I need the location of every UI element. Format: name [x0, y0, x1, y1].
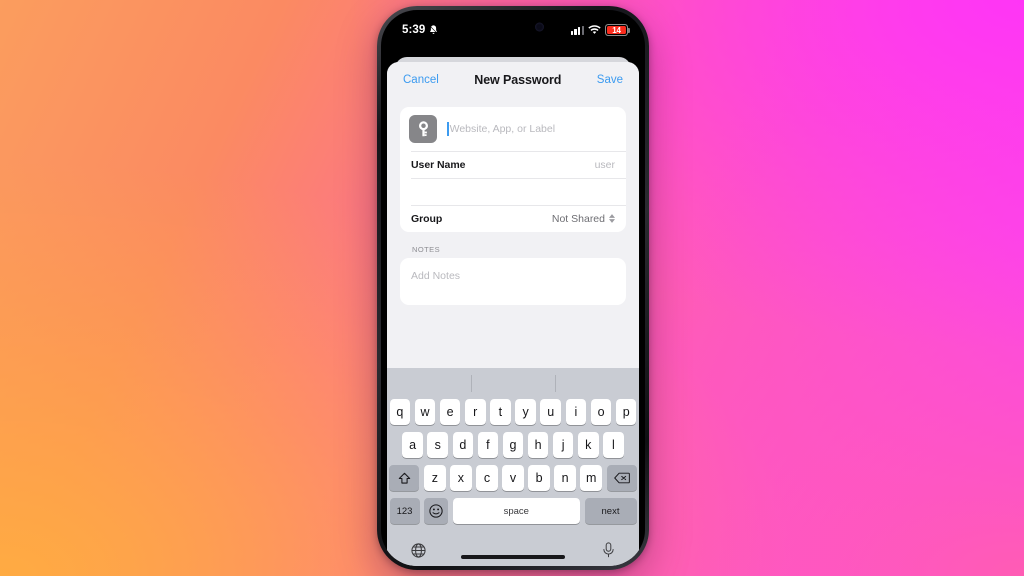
save-button[interactable]: Save: [597, 74, 623, 86]
title-input[interactable]: Website, App, or Label: [447, 122, 615, 136]
key-j[interactable]: j: [552, 432, 574, 458]
battery-icon: 14: [605, 24, 630, 36]
cellular-signal-icon: [570, 25, 584, 35]
dynamic-island: [474, 16, 552, 38]
key-v[interactable]: v: [502, 465, 524, 491]
keyboard-row-4: 123 space next: [389, 498, 637, 524]
home-indicator: [461, 555, 565, 559]
keyboard-row-3: z x c v b n m: [389, 465, 637, 491]
predictive-divider: [470, 375, 472, 392]
predictive-text-bar[interactable]: [387, 368, 639, 399]
key-z[interactable]: z: [424, 465, 446, 491]
key-s[interactable]: s: [427, 432, 448, 458]
next-key[interactable]: next: [584, 498, 637, 524]
new-password-sheet: Cancel New Password Save Website, App, o…: [387, 62, 639, 566]
key-g[interactable]: g: [502, 432, 524, 458]
keyboard-rows: q w e r t y u i o p a s d f g h j k l z …: [387, 399, 639, 534]
front-camera-icon: [535, 22, 544, 32]
key-f[interactable]: f: [477, 432, 499, 458]
key-icon: [409, 115, 437, 143]
key-u[interactable]: u: [540, 399, 562, 425]
keyboard-row-1: q w e r t y u i o p: [389, 399, 637, 425]
status-bar-right: 14: [570, 24, 630, 36]
key-o[interactable]: o: [590, 399, 612, 425]
globe-language-icon[interactable]: [411, 542, 426, 558]
cancel-button[interactable]: Cancel: [403, 74, 439, 86]
title-placeholder: Website, App, or Label: [449, 123, 556, 135]
keyboard-bottom-bar: [387, 534, 639, 566]
key-t[interactable]: t: [490, 399, 511, 425]
username-field-row[interactable]: User Name user: [400, 151, 626, 178]
key-p[interactable]: p: [615, 399, 637, 425]
predictive-divider: [554, 375, 556, 392]
key-b[interactable]: b: [528, 465, 550, 491]
key-a[interactable]: a: [402, 432, 423, 458]
space-key[interactable]: space: [452, 498, 580, 524]
key-c[interactable]: c: [476, 465, 498, 491]
backspace-delete-icon[interactable]: [606, 465, 637, 491]
status-time: 5:39: [402, 24, 426, 36]
text-cursor: [447, 122, 449, 136]
status-bar-left: 5:39: [402, 24, 439, 36]
key-x[interactable]: x: [450, 465, 472, 491]
key-n[interactable]: n: [554, 465, 576, 491]
credentials-card: Website, App, or Label User Name user Gr…: [400, 107, 626, 232]
username-label: User Name: [411, 158, 466, 171]
key-i[interactable]: i: [565, 399, 587, 425]
form-area: Website, App, or Label User Name user Gr…: [387, 98, 639, 305]
username-placeholder: user: [594, 158, 615, 171]
password-field-row[interactable]: [400, 178, 626, 205]
group-field-row[interactable]: Group Not Shared: [400, 205, 626, 232]
key-r[interactable]: r: [464, 399, 486, 425]
emoji-smiley-icon[interactable]: [424, 498, 449, 524]
phone-screen: 5:39 14 Cancel New Password Save Website…: [381, 10, 645, 566]
numbers-key[interactable]: 123: [389, 498, 420, 524]
group-label: Group: [411, 212, 443, 225]
sheet-nav-bar: Cancel New Password Save: [387, 62, 639, 98]
phone-frame: 5:39 14 Cancel New Password Save Website…: [377, 6, 649, 570]
onscreen-keyboard: q w e r t y u i o p a s d f g h j k l z …: [387, 368, 639, 566]
iphone-device: 5:39 14 Cancel New Password Save Website…: [377, 6, 649, 570]
key-h[interactable]: h: [527, 432, 549, 458]
key-l[interactable]: l: [603, 432, 624, 458]
key-d[interactable]: d: [452, 432, 474, 458]
battery-percent-label: 14: [612, 25, 621, 35]
key-e[interactable]: e: [439, 399, 461, 425]
key-y[interactable]: y: [515, 399, 536, 425]
notes-field[interactable]: Add Notes: [400, 258, 626, 305]
notes-placeholder: Add Notes: [411, 270, 461, 282]
key-k[interactable]: k: [578, 432, 599, 458]
page-title: New Password: [474, 73, 562, 87]
notes-section-label: NOTES: [412, 245, 441, 254]
key-m[interactable]: m: [580, 465, 602, 491]
microphone-dictation-icon[interactable]: [602, 542, 615, 558]
group-value: Not Shared: [551, 212, 605, 225]
shift-up-arrow-icon[interactable]: [389, 465, 420, 491]
keyboard-row-2: a s d f g h j k l: [390, 432, 637, 458]
key-w[interactable]: w: [414, 399, 436, 425]
bell-slash-icon: [429, 25, 439, 34]
key-q[interactable]: q: [389, 399, 411, 425]
wifi-icon: [588, 25, 601, 34]
title-field-row[interactable]: Website, App, or Label: [400, 107, 626, 151]
chevron-up-down-icon[interactable]: [609, 214, 615, 223]
